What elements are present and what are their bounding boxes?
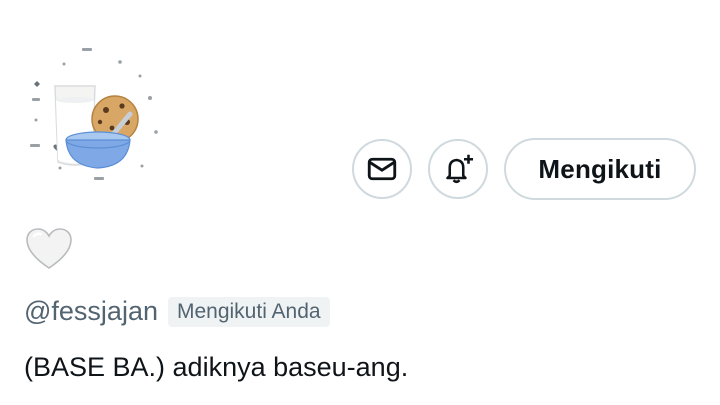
white-heart-icon (26, 228, 72, 269)
envelope-icon (367, 157, 397, 181)
bell-plus-icon (446, 154, 473, 184)
follows-you-badge: Mengikuti Anda (167, 296, 330, 327)
profile-actions: Mengikuti (352, 138, 696, 200)
milk-cookie-bowl-illustration (30, 48, 158, 180)
profile-bio: (BASE BA.) adiknya baseu-ang. (24, 352, 409, 382)
following-button[interactable]: Mengikuti (504, 138, 696, 200)
notifications-button[interactable] (428, 139, 488, 199)
username-handle: @fessjajan (24, 296, 158, 326)
message-button[interactable] (352, 139, 412, 199)
profile-avatar[interactable] (22, 42, 172, 192)
display-name (24, 222, 74, 276)
handle-row: @fessjajan Mengikuti Anda (24, 296, 330, 327)
